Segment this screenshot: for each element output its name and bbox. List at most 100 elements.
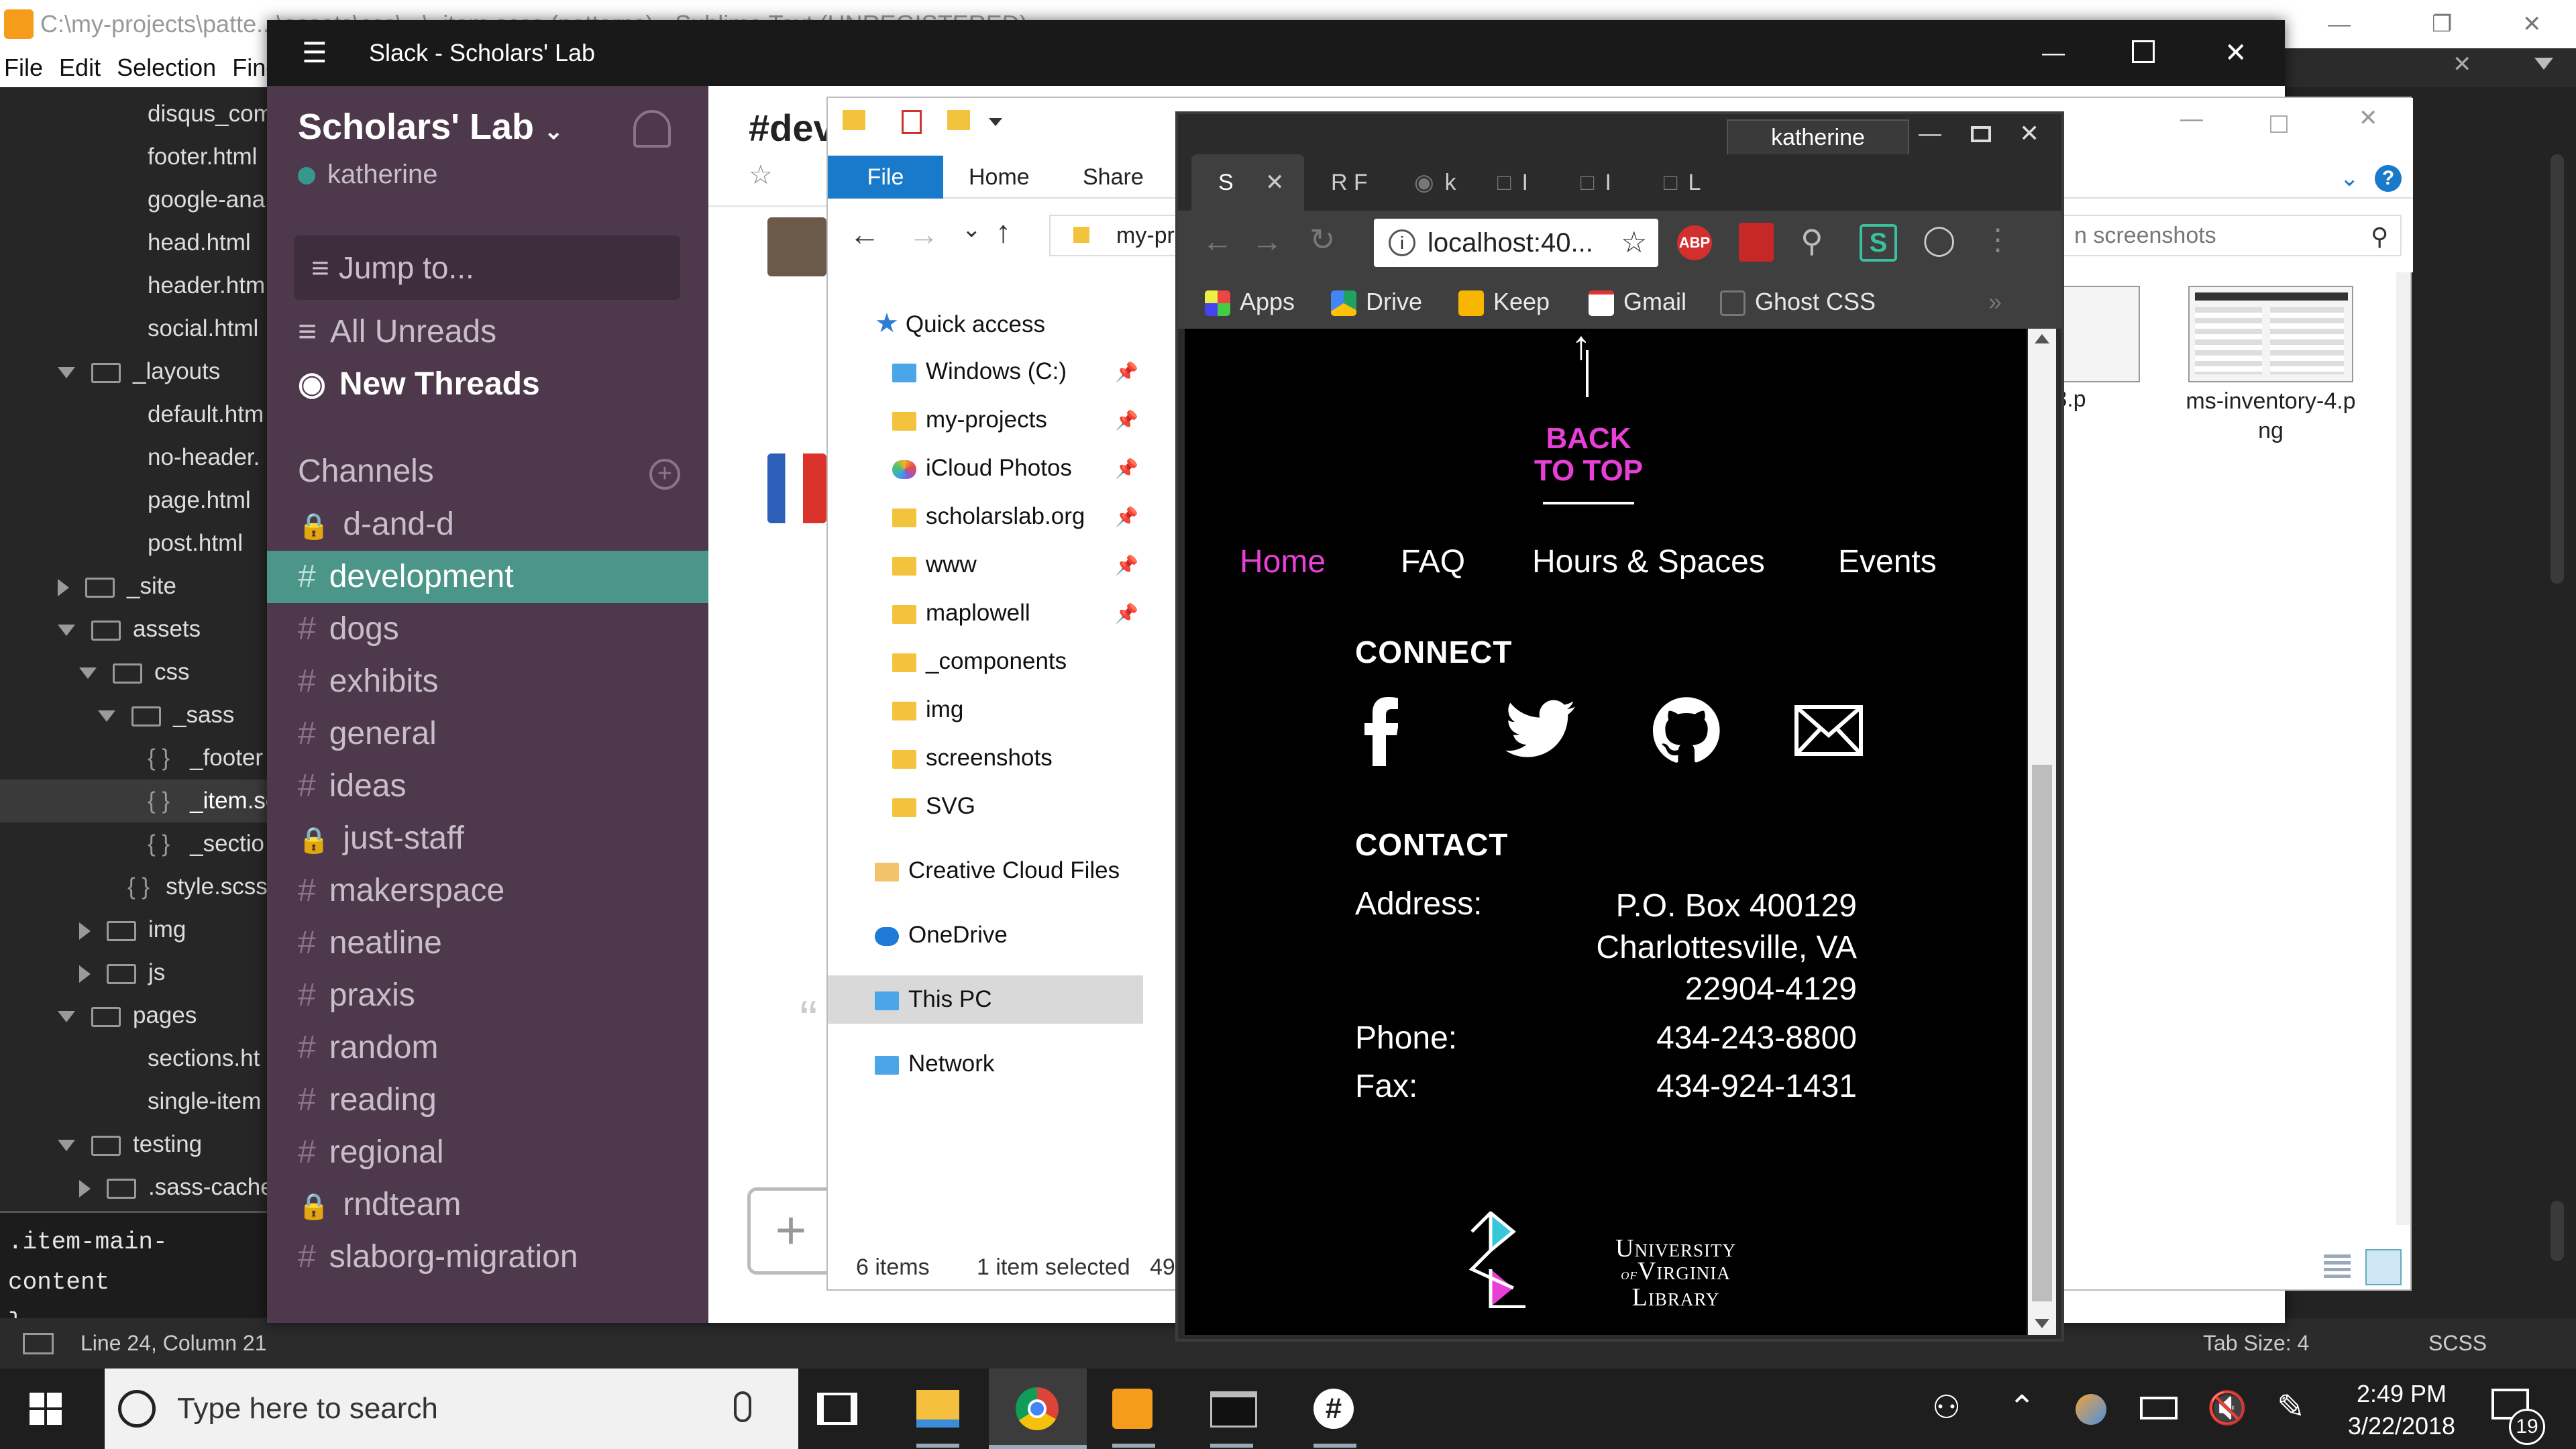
tray-app-icon[interactable] [2076,1394,2106,1425]
hamburger-icon[interactable]: ☰ [302,20,327,86]
tree-folder[interactable]: _sass [98,694,234,737]
quick-access-dropdown-icon[interactable] [989,118,1002,126]
all-unreads-link[interactable]: ≡ All Unreads [267,306,708,358]
channel-regional[interactable]: # regional [267,1126,708,1179]
avatar[interactable] [767,217,826,276]
sublime-taskbar-icon[interactable] [1112,1389,1152,1429]
nav-windows-c[interactable]: Windows (C:) [892,347,1067,396]
nav-hours-spaces[interactable]: Hours & Spaces [1532,543,1765,580]
channels-header[interactable]: Channels [267,445,708,498]
tree-folder[interactable]: testing [58,1123,202,1166]
info-icon[interactable]: i [1389,229,1415,256]
channel-just-staff[interactable]: 🔒 just-staff [267,812,708,865]
tree-item[interactable]: { } _sectio [148,822,264,865]
terminal-taskbar-icon[interactable] [1210,1391,1257,1428]
bookmark-star-icon[interactable]: ☆ [1621,219,1647,267]
scroll-thumb[interactable] [2032,765,2052,1301]
channel-development[interactable]: # development [267,551,708,603]
channel-slaborg-migration[interactable]: # slaborg-migration [267,1231,708,1283]
windows-start-icon[interactable] [30,1393,62,1425]
chrome-menu-icon[interactable]: ⋮ [1983,223,2012,257]
page-scrollbar[interactable] [2028,329,2056,1335]
tree-folder[interactable]: js [79,951,165,994]
panel-toggle-icon[interactable] [23,1333,54,1354]
search-icon[interactable]: ⚲ [2371,223,2388,251]
tree-item[interactable]: single-item [148,1080,261,1123]
microphone-icon[interactable] [734,1391,751,1422]
channel-makerspace[interactable]: # makerspace [267,865,708,917]
forward-arrow-icon[interactable]: → [1252,223,1283,259]
scroll-up-icon[interactable] [2035,334,2049,343]
tab-share[interactable]: Share [1083,156,1144,199]
tab-active[interactable]: S ✕ [1191,154,1304,211]
close-icon[interactable]: ✕ [2522,0,2542,48]
menu-file[interactable]: File [4,54,43,81]
tab[interactable]: □ I [1470,154,1554,211]
properties-icon[interactable] [902,110,922,134]
adblock-icon[interactable]: ABP [1677,225,1712,260]
sublime-scrollbar[interactable] [2551,154,2564,584]
nav-my-projects[interactable]: my-projects [892,396,1047,444]
pin-icon[interactable]: 📌 [1115,458,1138,480]
people-icon[interactable]: ⚇ [1932,1389,1961,1426]
nav-scholarslab[interactable]: scholarslab.org [892,492,1085,541]
taskbar-search-box[interactable]: Type here to search [105,1368,798,1449]
tab[interactable]: □ L [1637,154,1720,211]
tree-item[interactable]: default.htm [148,393,264,436]
minimize-icon[interactable]: — [1919,121,1941,147]
url-bar[interactable]: i localhost:40... ☆ [1374,219,1658,267]
minimize-icon[interactable]: — [2042,20,2065,86]
file-thumbnail[interactable] [2188,286,2353,382]
tab-home[interactable]: Home [969,156,1030,199]
channel-ideas[interactable]: # ideas [267,760,708,812]
new-folder-icon[interactable] [947,110,970,130]
status-tab-size[interactable]: Tab Size: 4 [2203,1318,2309,1368]
tree-folder[interactable]: assets [58,608,201,651]
avatar[interactable] [767,453,826,523]
sublime-scrollbar-bottom[interactable] [2551,1201,2564,1261]
large-icons-view-icon[interactable] [2365,1249,2402,1285]
battery-icon[interactable] [2140,1397,2178,1419]
explorer-scrollbar[interactable] [2396,272,2410,1225]
scroll-down-icon[interactable] [2035,1319,2049,1328]
tab-dropdown-icon[interactable] [2534,58,2553,70]
scholars-lab-logo-icon[interactable] [1466,1212,1531,1308]
channel-dogs[interactable]: # dogs [267,603,708,655]
close-tab-icon[interactable]: ✕ [2453,51,2472,78]
profile-button[interactable]: katherine [1727,119,1909,156]
bulb-extension-icon[interactable]: ◯ [1923,223,1955,257]
status-syntax[interactable]: SCSS [2428,1318,2487,1368]
email-icon[interactable] [1794,704,1864,757]
tree-item[interactable]: { } style.scss [127,865,268,908]
nav-screenshots[interactable]: screenshots [892,734,1053,782]
more-bookmarks-icon[interactable]: » [1988,275,2002,329]
tree-item[interactable]: { } _footer [148,737,263,780]
channel-random[interactable]: # random [267,1022,708,1074]
tree-item[interactable]: google-ana [148,178,265,221]
clock[interactable]: 2:49 PM 3/22/2018 [2334,1378,2469,1442]
back-arrow-icon[interactable]: ← [849,216,880,252]
pin-icon[interactable]: 📌 [1115,506,1138,528]
bookmark-drive[interactable]: Drive [1331,275,1422,329]
file-explorer-taskbar-icon[interactable] [916,1390,959,1428]
tree-item-selected[interactable]: { } _item.sc [0,780,268,822]
bell-icon[interactable] [633,110,671,148]
tab-file[interactable]: File [828,156,943,199]
nav-components[interactable]: _components [892,637,1067,686]
nav-svg[interactable]: SVG [892,782,975,830]
back-arrow-icon[interactable]: ← [1202,223,1233,259]
phone-value[interactable]: 434-243-8800 [1587,1020,1857,1057]
tree-item[interactable]: no-header. [148,436,260,479]
bookmark-keep[interactable]: Keep [1458,275,1550,329]
expand-ribbon-icon[interactable]: ⌄ [2340,165,2359,192]
maximize-icon[interactable] [1971,126,1991,142]
star-icon[interactable]: ☆ [749,160,773,191]
details-view-icon[interactable] [2324,1254,2351,1279]
tree-folder[interactable]: _site [58,565,176,608]
uva-library-logo[interactable]: University ofVirginia Library [1598,1236,1754,1310]
nav-events[interactable]: Events [1838,543,1937,580]
show-hidden-icons-icon[interactable]: ⌃ [2008,1389,2035,1426]
tree-folder[interactable]: img [79,908,186,951]
tree-folder[interactable]: .sass-cache [79,1166,268,1209]
s-extension-icon[interactable]: S [1860,224,1897,262]
